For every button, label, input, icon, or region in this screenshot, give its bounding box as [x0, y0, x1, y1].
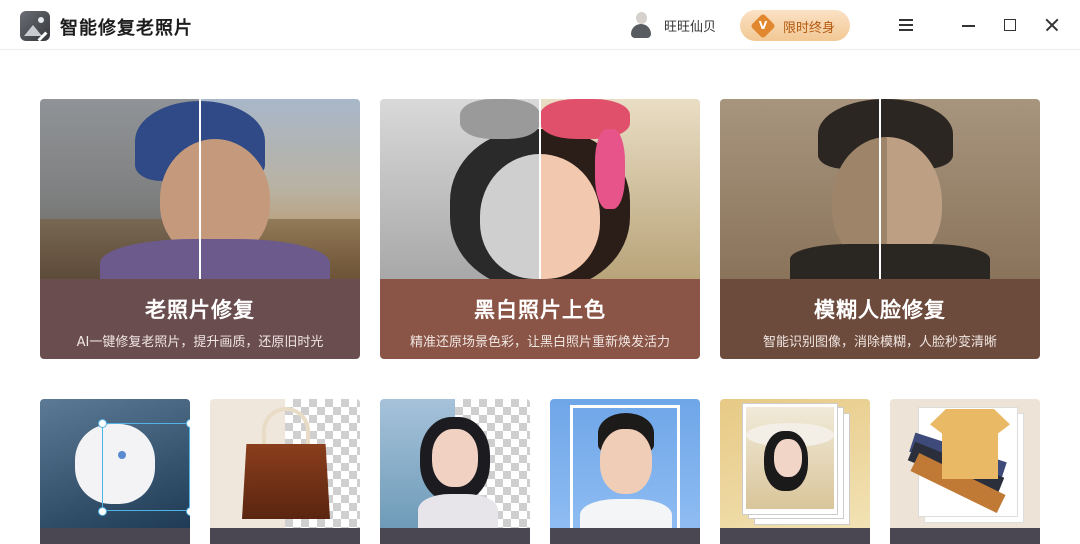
feature-caption: 老照片修复 AI一键修复老照片，提升画质，还原旧时光 — [40, 279, 360, 359]
clothing-stack-thumbnail — [890, 399, 1040, 529]
feature-title: 老照片修复 — [145, 298, 255, 322]
menu-icon[interactable] — [894, 13, 918, 37]
maximize-icon[interactable] — [998, 13, 1022, 37]
tool-card-batch-portrait[interactable] — [720, 399, 870, 544]
colorize-preview — [380, 99, 700, 279]
feature-caption: 黑白照片上色 精准还原场景色彩，让黑白照片重新焕发活力 — [380, 279, 700, 359]
feature-title: 模糊人脸修复 — [814, 298, 946, 322]
minimize-icon[interactable] — [956, 13, 980, 37]
feature-card-face-deblur[interactable]: 模糊人脸修复 智能识别图像，消除模糊，人脸秒变清晰 — [720, 99, 1040, 359]
portrait-cutout-thumbnail — [380, 399, 530, 534]
user-name[interactable]: 旺旺仙贝 — [664, 16, 716, 35]
feature-subtitle: AI一键修复老照片，提升画质，还原旧时光 — [76, 335, 324, 350]
feature-caption: 模糊人脸修复 智能识别图像，消除模糊，人脸秒变清晰 — [720, 279, 1040, 359]
app-logo-icon — [20, 11, 50, 41]
tool-card-batch-product[interactable] — [890, 399, 1040, 544]
photo-stack-portrait-thumbnail — [720, 399, 870, 529]
tool-card-crop[interactable] — [40, 399, 190, 544]
title-bar: 智能修复老照片 旺旺仙贝 V 限时终身 — [0, 0, 1080, 50]
old-photo-preview — [40, 99, 360, 279]
feature-subtitle: 精准还原场景色彩，让黑白照片重新焕发活力 — [409, 335, 670, 350]
app-title: 智能修复老照片 — [60, 18, 193, 39]
user-avatar[interactable] — [630, 12, 652, 38]
vip-button[interactable]: V 限时终身 — [740, 10, 850, 41]
close-icon[interactable] — [1040, 13, 1064, 37]
tool-card-object-cutout[interactable] — [210, 399, 360, 544]
feature-subtitle: 智能识别图像，消除模糊，人脸秒变清晰 — [762, 335, 997, 350]
tool-card-id-photo[interactable] — [550, 399, 700, 544]
tool-card-portrait-cutout[interactable] — [380, 399, 530, 544]
feature-title: 黑白照片上色 — [474, 298, 606, 322]
vip-diamond-icon: V — [750, 13, 776, 39]
vip-label: 限时终身 — [783, 21, 836, 36]
id-photo-thumbnail — [550, 399, 700, 539]
feature-card-old-photo-restore[interactable]: 老照片修复 AI一键修复老照片，提升画质，还原旧时光 — [40, 99, 360, 359]
handbag-cutout-thumbnail — [210, 399, 360, 529]
feature-card-colorize[interactable]: 黑白照片上色 精准还原场景色彩，让黑白照片重新焕发活力 — [380, 99, 700, 359]
face-deblur-preview — [720, 99, 1040, 279]
cat-crop-thumbnail — [40, 399, 190, 529]
